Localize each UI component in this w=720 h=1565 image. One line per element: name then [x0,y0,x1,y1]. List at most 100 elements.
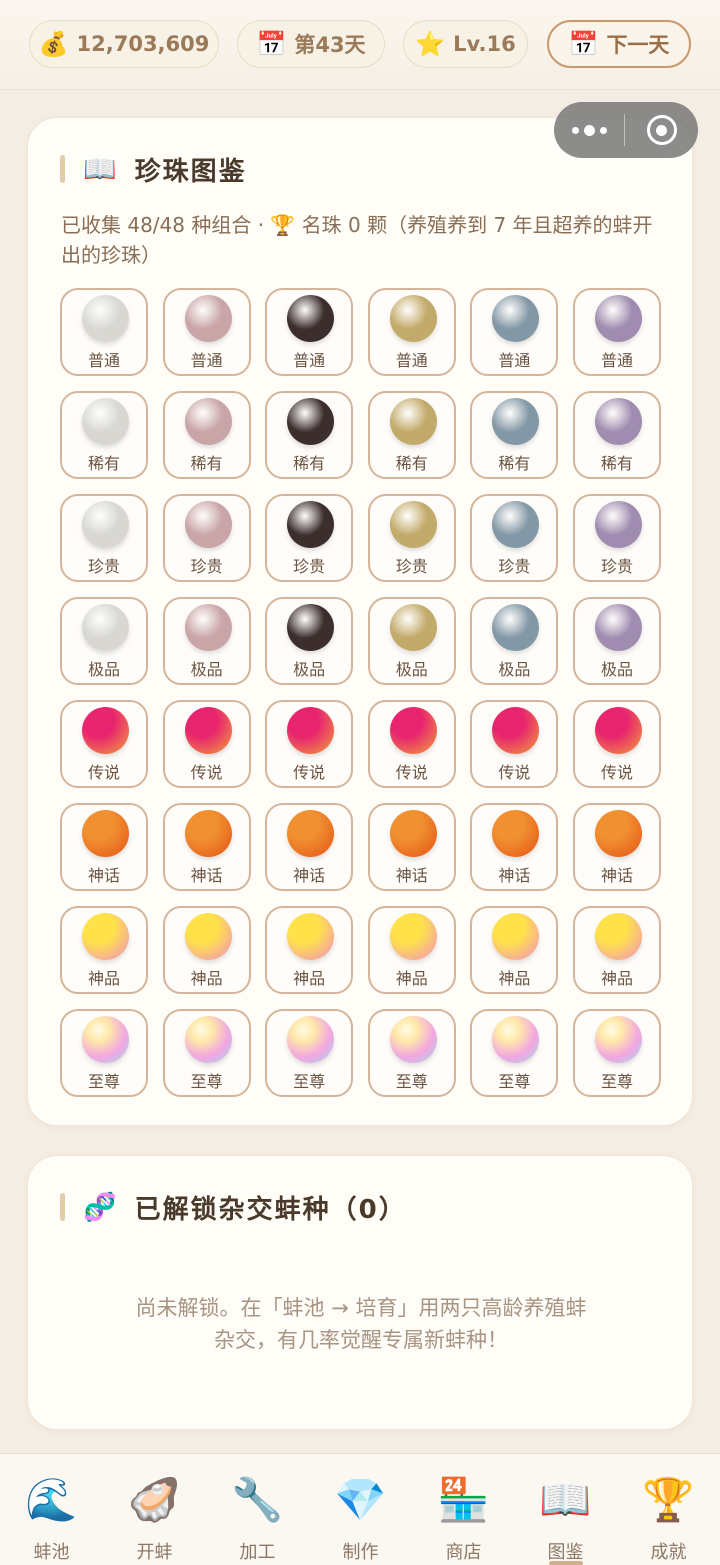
nav-item-wrench[interactable]: 🔧 加工 [206,1454,309,1565]
pearl-tier-label: 神品 [293,969,326,988]
pearl-cell[interactable]: 珍贵 [265,494,354,582]
pearl-icon [389,1016,437,1063]
active-tab-indicator [548,1561,583,1565]
pearl-cell[interactable]: 普通 [367,288,456,376]
pearl-cell[interactable]: 极品 [572,597,661,685]
pearl-cell[interactable]: 普通 [265,288,354,376]
pearl-tier-label: 传说 [498,763,531,782]
pearl-icon [82,501,129,548]
pearl-cell[interactable]: 稀有 [470,391,559,479]
nav-item-gem[interactable]: 💎 制作 [309,1454,412,1565]
pearl-cell[interactable]: 普通 [572,288,661,376]
pearl-cell[interactable]: 稀有 [367,391,456,479]
more-dots-icon-center [583,124,595,136]
hybrid-message-line1: 尚未解锁。在「蚌池 → 培育」用两只高龄养殖蚌 [135,1296,587,1320]
pearl-cell[interactable]: 极品 [60,597,148,685]
pearl-cell[interactable]: 神话 [470,803,559,891]
pearl-cell[interactable]: 普通 [162,288,251,376]
pearl-icon [594,604,642,651]
pearl-tier-label: 稀有 [600,454,633,473]
close-miniprogram-button[interactable] [625,115,698,145]
pearl-icon [594,398,642,445]
pearl-icon [594,501,642,548]
pearl-icon [389,707,437,754]
pearl-cell[interactable]: 至尊 [367,1009,456,1097]
pearl-icon [492,501,540,548]
pearl-icon [287,604,335,651]
next-day-button[interactable]: 📅 下一天 [547,20,691,68]
pearl-cell[interactable]: 神话 [265,803,354,891]
pearl-collection-card: 📖 珍珠图鉴 已收集 48/48 种组合 · 🏆 名珠 0 颗（养殖养到 7 年… [27,117,693,1126]
pearl-cell[interactable]: 神品 [572,906,661,994]
pearl-tier-label: 极品 [87,660,120,679]
pearl-cell[interactable]: 稀有 [162,391,251,479]
nav-item-label: 蚌池 [33,1542,70,1563]
pearl-cell[interactable]: 传说 [162,700,251,788]
day-display: 📅 第43天 [237,20,385,68]
pearl-cell[interactable]: 神话 [572,803,661,891]
pearl-cell[interactable]: 珍贵 [367,494,456,582]
pearl-cell[interactable]: 稀有 [265,391,354,479]
pearl-tier-label: 神话 [395,866,428,885]
pearl-tier-label: 神话 [600,866,633,885]
pearl-cell[interactable]: 神品 [162,906,251,994]
nav-item-trophy[interactable]: 🏆 成就 [617,1454,720,1565]
pearl-tier-label: 普通 [395,351,428,370]
pearl-cell[interactable]: 珍贵 [162,494,251,582]
pearl-icon [594,1016,642,1063]
nav-item-book[interactable]: 📖 图鉴 [514,1454,617,1565]
pearl-cell[interactable]: 极品 [470,597,559,685]
pearl-cell[interactable]: 神品 [367,906,456,994]
star-icon: ⭐ [415,30,446,58]
pearl-cell[interactable]: 稀有 [60,391,148,479]
pearl-grid: 普通 普通 普通 普通 普通 普通 稀有 稀有 稀有 稀有 稀有 稀有 珍贵 珍贵 珍贵 珍贵 珍贵 珍贵 极品 极品… [60,288,661,1097]
pearl-cell[interactable]: 极品 [367,597,456,685]
pearl-cell[interactable]: 至尊 [572,1009,661,1097]
pearl-cell[interactable]: 极品 [162,597,251,685]
pearl-cell[interactable]: 至尊 [60,1009,148,1097]
pearl-tier-label: 神品 [190,969,223,988]
pearl-cell[interactable]: 传说 [572,700,661,788]
pearl-cell[interactable]: 神品 [265,906,354,994]
pearl-cell[interactable]: 传说 [265,700,354,788]
pearl-cell[interactable]: 极品 [265,597,354,685]
nav-item-oyster[interactable]: 🦪 开蚌 [103,1454,206,1565]
more-menu-button[interactable] [554,124,624,136]
pearl-tier-label: 至尊 [498,1072,531,1091]
pearl-icon [594,295,642,342]
pearl-cell[interactable]: 神话 [162,803,251,891]
book-icon: 📖 [83,154,119,185]
pearl-tier-label: 至尊 [87,1072,120,1091]
pearl-cell[interactable]: 至尊 [162,1009,251,1097]
pearl-icon [82,707,129,754]
pearl-cell[interactable]: 至尊 [265,1009,354,1097]
pearl-cell[interactable]: 神话 [367,803,456,891]
pearl-cell[interactable]: 传说 [470,700,559,788]
pearl-cell[interactable]: 神话 [60,803,148,891]
pearl-icon [594,707,642,754]
nav-item-label: 成就 [650,1542,687,1563]
pearl-cell[interactable]: 珍贵 [60,494,148,582]
pearl-tier-label: 神话 [498,866,531,885]
more-dots-icon-right [599,126,607,134]
pearl-cell[interactable]: 普通 [60,288,148,376]
pearl-cell[interactable]: 稀有 [572,391,661,479]
pearl-tier-label: 传说 [293,763,326,782]
pearl-cell[interactable]: 珍贵 [572,494,661,582]
bottom-navigation: 🌊 蚌池 🦪 开蚌 🔧 加工 💎 制作 🏪 商店 📖 图鉴 🏆 成就 [0,1453,720,1565]
pearl-cell[interactable]: 神品 [60,906,148,994]
page-title: 珍珠图鉴 [134,156,247,187]
pearl-cell[interactable]: 传说 [367,700,456,788]
nav-item-store[interactable]: 🏪 商店 [412,1454,515,1565]
pearl-tier-label: 至尊 [600,1072,633,1091]
pearl-cell[interactable]: 至尊 [470,1009,559,1097]
calendar-icon: 📅 [568,30,599,58]
pearl-cell[interactable]: 传说 [60,700,148,788]
pearl-cell[interactable]: 普通 [470,288,559,376]
pearl-cell[interactable]: 神品 [470,906,559,994]
pearl-tier-label: 极品 [293,660,326,679]
nav-item-wave[interactable]: 🌊 蚌池 [0,1454,103,1565]
pearl-tier-label: 稀有 [395,454,428,473]
pearl-icon [389,604,437,651]
pearl-cell[interactable]: 珍贵 [470,494,559,582]
